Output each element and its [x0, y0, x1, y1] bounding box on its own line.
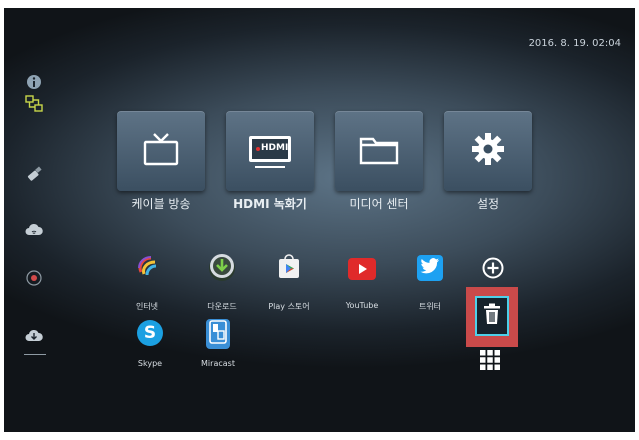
usb-icon[interactable] — [22, 162, 46, 186]
all-apps-button[interactable] — [478, 350, 502, 374]
app-play-store[interactable] — [276, 253, 302, 283]
miracast-icon — [208, 319, 228, 349]
play-store-icon — [277, 253, 301, 283]
tile-cable-broadcast[interactable] — [117, 111, 205, 191]
trash-icon — [483, 303, 501, 329]
tile-label-hdmi: HDMI 녹화기 — [233, 197, 307, 211]
app-youtube[interactable] — [348, 258, 376, 280]
network-icon[interactable] — [22, 92, 46, 116]
tile-hdmi-recorder[interactable]: HDMI — [226, 111, 314, 191]
record-icon[interactable] — [22, 266, 46, 290]
cloud-download-icon[interactable] — [22, 324, 46, 348]
add-app-button[interactable] — [480, 257, 506, 283]
add-icon — [482, 257, 504, 283]
app-label-miracast: Miracast — [201, 359, 235, 368]
app-twitter[interactable] — [417, 255, 443, 281]
tile-media-center[interactable] — [335, 111, 423, 191]
datetime-display: 2016. 8. 19. 02:04 — [528, 38, 621, 49]
hdmi-icon: HDMI — [247, 132, 293, 170]
tile-label-settings: 설정 — [476, 197, 500, 211]
app-label-play-store: Play 스토어 — [268, 302, 310, 311]
app-skype[interactable]: S — [137, 320, 163, 346]
gear-icon — [471, 132, 505, 170]
app-label-internet: 인터넷 — [135, 302, 159, 311]
tv-home-screen: 2016. 8. 19. 02:04 케이블 방송 HDMI HDMI 녹화기 … — [4, 8, 635, 432]
tile-settings[interactable] — [444, 111, 532, 191]
tile-label-media: 미디어 센터 — [349, 197, 409, 211]
folder-icon — [359, 133, 399, 169]
download-icon — [209, 253, 235, 283]
app-miracast[interactable] — [206, 319, 230, 349]
delete-app-button[interactable] — [466, 287, 518, 347]
app-download[interactable] — [209, 253, 235, 283]
cloud-wifi-icon[interactable] — [22, 218, 46, 242]
hdmi-badge-text: HDMI — [261, 143, 289, 153]
app-label-download: 다운로드 — [207, 302, 237, 311]
youtube-icon — [356, 260, 368, 279]
twitter-icon — [420, 257, 440, 279]
app-label-youtube: YouTube — [345, 301, 379, 310]
delete-focus-frame — [475, 296, 509, 336]
app-internet[interactable] — [134, 255, 160, 281]
info-icon[interactable] — [22, 70, 46, 94]
apps-grid-icon — [479, 349, 501, 375]
tv-icon — [143, 132, 179, 170]
sidebar-divider — [24, 354, 46, 355]
app-label-skype: Skype — [137, 359, 163, 368]
skype-icon: S — [143, 322, 157, 343]
internet-icon — [135, 254, 159, 282]
app-label-twitter: 트위터 — [418, 302, 442, 311]
tile-label-cable: 케이블 방송 — [131, 197, 191, 211]
